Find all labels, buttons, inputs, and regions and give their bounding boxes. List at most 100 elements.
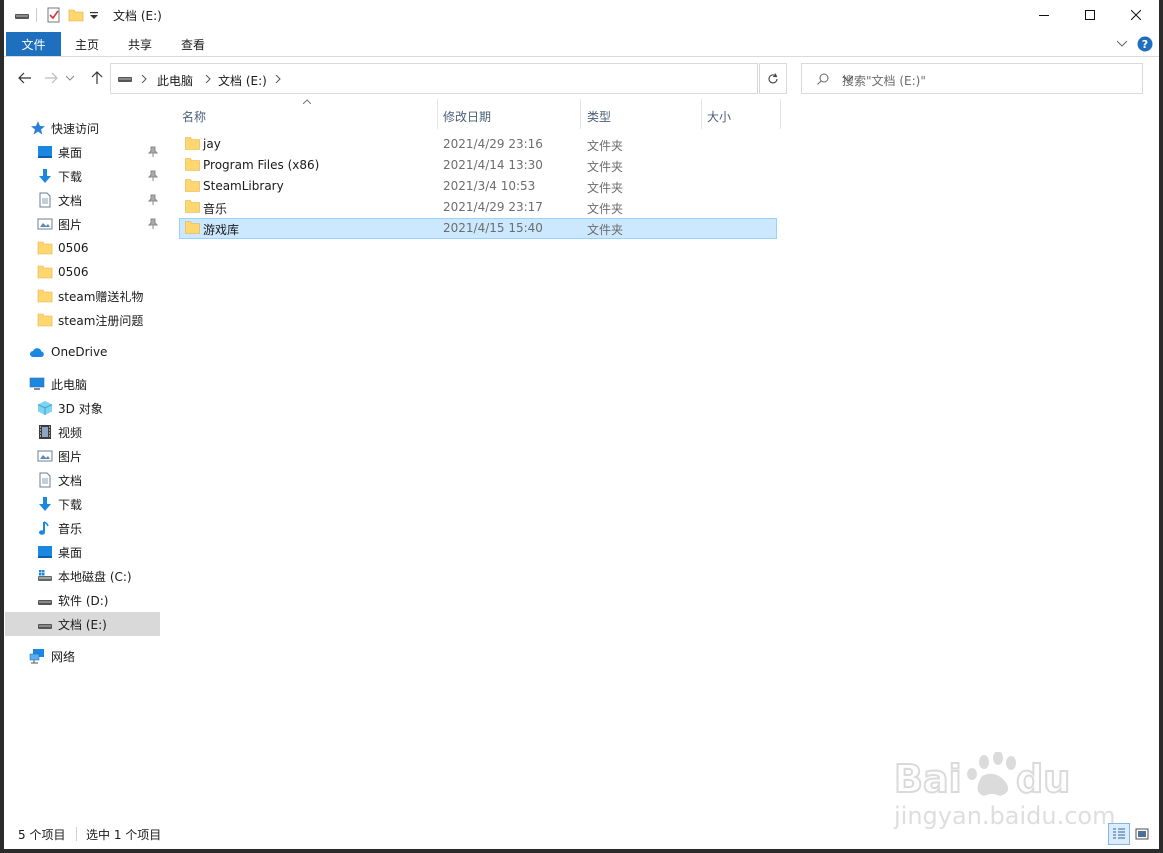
chevron-right-icon[interactable] xyxy=(275,75,281,83)
nav-label: 文档 xyxy=(58,473,83,488)
tab-file[interactable]: 文件 xyxy=(6,32,61,56)
drive-icon xyxy=(118,77,132,82)
nav-item-pictures[interactable]: 图片 xyxy=(5,444,160,468)
pin-icon[interactable] xyxy=(148,146,158,158)
column-divider[interactable] xyxy=(437,99,438,129)
document-icon xyxy=(39,472,51,488)
file-type: 文件夹 xyxy=(587,139,624,153)
minimize-button[interactable] xyxy=(1021,0,1067,30)
nav-item-drive-c[interactable]: 本地磁盘 (C:) xyxy=(5,564,160,588)
help-icon[interactable]: ? xyxy=(1137,36,1153,52)
pin-icon[interactable] xyxy=(148,170,158,182)
address-bar[interactable]: 此电脑 文档 (E:) xyxy=(110,63,853,94)
svg-text:du: du xyxy=(1016,757,1070,801)
nav-item-drive-e[interactable]: 文档 (E:) xyxy=(5,612,160,636)
nav-label: 本地磁盘 (C:) xyxy=(58,569,132,584)
nav-item-music[interactable]: 音乐 xyxy=(5,516,160,540)
properties-icon[interactable] xyxy=(46,7,62,23)
nav-item-documents[interactable]: 文档 xyxy=(5,188,160,212)
file-name: 游戏库 xyxy=(203,223,240,237)
nav-item-desktop[interactable]: 桌面 xyxy=(5,540,160,564)
nav-label: 文档 (E:) xyxy=(58,617,107,632)
nav-item-folder-steam-register[interactable]: steam注册问题 xyxy=(5,308,160,332)
close-button[interactable] xyxy=(1113,0,1159,30)
back-button[interactable] xyxy=(16,69,34,87)
file-type: 文件夹 xyxy=(587,202,624,216)
file-type: 文件夹 xyxy=(587,181,624,195)
table-row[interactable]: jay 2021/4/29 23:16 文件夹 xyxy=(179,134,777,155)
nav-item-folder-steam-gift[interactable]: steam赠送礼物 xyxy=(5,284,160,308)
nav-item-drive-d[interactable]: 软件 (D:) xyxy=(5,588,160,612)
nav-onedrive[interactable]: OneDrive xyxy=(5,340,160,364)
status-selected-count: 选中 1 个项目 xyxy=(86,828,162,842)
up-button[interactable] xyxy=(88,69,106,87)
maximize-button[interactable] xyxy=(1067,0,1113,30)
table-row[interactable]: Program Files (x86) 2021/4/14 13:30 文件夹 xyxy=(179,155,777,176)
column-divider[interactable] xyxy=(580,99,581,129)
breadcrumb-this-pc[interactable]: 此电脑 xyxy=(157,72,193,89)
recent-locations-button[interactable] xyxy=(64,69,76,87)
search-box[interactable]: 搜索"文档 (E:)" xyxy=(801,63,1143,94)
pin-icon[interactable] xyxy=(148,218,158,230)
navigation-pane: 快速访问 桌面 下载 文档 图片 0506 0506 steam赠送礼物 ste… xyxy=(4,99,164,819)
nav-item-videos[interactable]: 视频 xyxy=(5,420,160,444)
nav-item-downloads[interactable]: 下载 xyxy=(5,492,160,516)
status-item-count: 5 个项目 xyxy=(18,828,66,842)
folder-icon xyxy=(37,313,53,327)
details-view-icon xyxy=(1113,828,1125,839)
nav-item-folder-0506[interactable]: 0506 xyxy=(5,236,160,260)
table-row[interactable]: SteamLibrary 2021/3/4 10:53 文件夹 xyxy=(179,176,777,197)
address-row: 此电脑 文档 (E:) 搜索"文档 (E:)" xyxy=(4,57,1159,99)
arrow-left-icon xyxy=(18,72,31,84)
customize-quick-access-icon[interactable] xyxy=(89,7,99,23)
nav-label: 0506 xyxy=(58,241,89,255)
nav-item-3d-objects[interactable]: 3D 对象 xyxy=(5,396,160,420)
nav-label: 图片 xyxy=(58,217,83,232)
nav-item-documents[interactable]: 文档 xyxy=(5,468,160,492)
details-view-button[interactable] xyxy=(1108,823,1130,845)
separator xyxy=(76,827,77,841)
tab-home[interactable]: 主页 xyxy=(75,32,99,56)
download-icon xyxy=(39,497,51,511)
chevron-right-icon[interactable] xyxy=(205,75,211,83)
nav-network[interactable]: 网络 xyxy=(5,644,160,668)
file-date: 2021/4/29 23:16 xyxy=(443,137,543,151)
new-folder-icon[interactable] xyxy=(68,7,84,23)
nav-item-downloads[interactable]: 下载 xyxy=(5,164,160,188)
close-icon xyxy=(1131,10,1141,20)
column-header-type[interactable]: 类型 xyxy=(587,103,611,129)
chevron-right-icon[interactable] xyxy=(141,75,147,83)
column-header-name[interactable]: 名称 xyxy=(182,103,206,129)
nav-label: 桌面 xyxy=(58,545,83,560)
tab-view[interactable]: 查看 xyxy=(181,32,205,56)
file-name: jay xyxy=(203,137,221,151)
expand-ribbon-icon[interactable] xyxy=(1116,40,1128,48)
breadcrumb-drive-e[interactable]: 文档 (E:) xyxy=(218,72,267,89)
table-row[interactable]: 音乐 2021/4/29 23:17 文件夹 xyxy=(179,197,777,218)
refresh-icon xyxy=(768,72,778,83)
column-divider[interactable] xyxy=(701,99,702,129)
nav-label: steam注册问题 xyxy=(58,313,144,328)
column-header-size[interactable]: 大小 xyxy=(707,103,731,129)
search-placeholder: 搜索"文档 (E:)" xyxy=(842,74,926,88)
tab-share[interactable]: 共享 xyxy=(128,32,152,56)
forward-button[interactable] xyxy=(42,69,60,87)
folder-icon xyxy=(37,289,53,303)
explorer-window: 文档 (E:) 文件 主页 共享 查看 ? 此电脑 文档 (E:) 搜索"文档 xyxy=(4,0,1159,849)
folder-icon xyxy=(37,265,53,279)
nav-this-pc[interactable]: 此电脑 xyxy=(5,372,160,396)
nav-label: OneDrive xyxy=(51,345,108,359)
column-header-date[interactable]: 修改日期 xyxy=(443,103,491,129)
table-row-selected[interactable]: 游戏库 2021/4/15 15:40 文件夹 xyxy=(179,218,777,239)
pin-icon[interactable] xyxy=(148,194,158,206)
windows-drive-icon xyxy=(38,570,52,581)
nav-item-pictures[interactable]: 图片 xyxy=(5,212,160,236)
refresh-button[interactable] xyxy=(759,63,787,94)
svg-text:?: ? xyxy=(1142,38,1148,51)
nav-item-folder-0506[interactable]: 0506 xyxy=(5,260,160,284)
minimize-icon xyxy=(1039,15,1049,16)
nav-quick-access[interactable]: 快速访问 xyxy=(5,116,160,140)
column-divider[interactable] xyxy=(780,99,781,129)
nav-item-desktop[interactable]: 桌面 xyxy=(5,140,160,164)
large-icons-view-button[interactable] xyxy=(1131,823,1153,845)
